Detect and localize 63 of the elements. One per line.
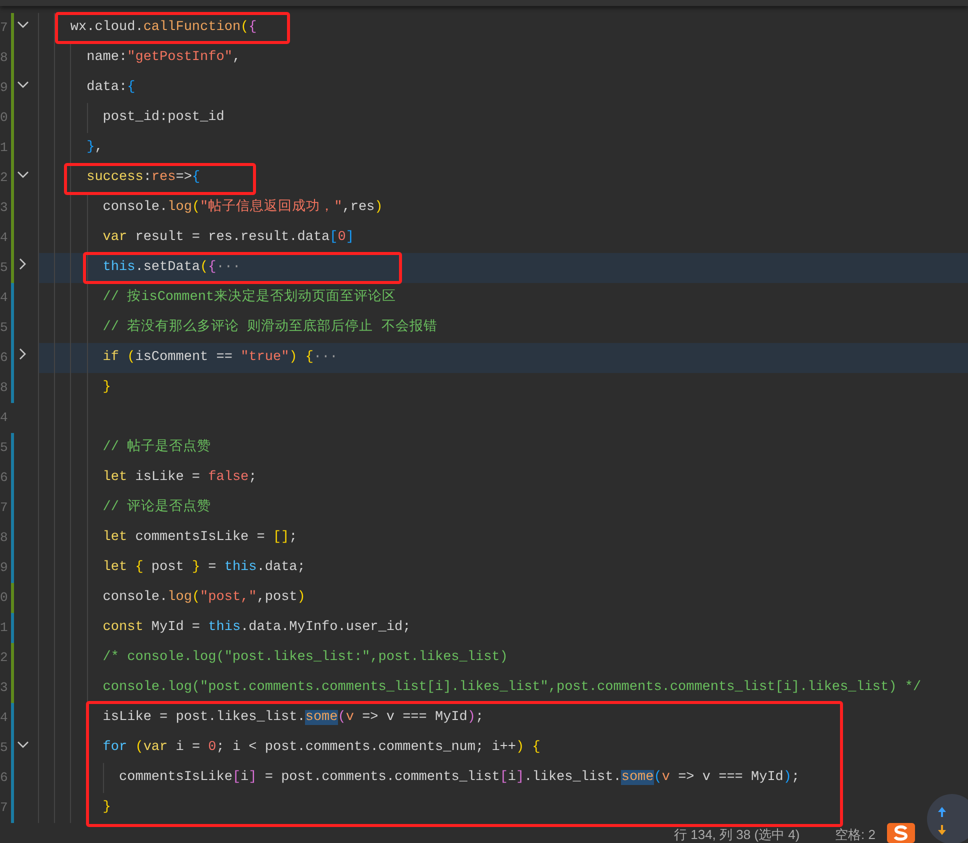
- line-number: 5: [0, 739, 8, 757]
- chevron-down-icon[interactable]: [17, 21, 29, 29]
- code-line: let { post } = this.data;: [102, 559, 306, 577]
- line-number: 3: [0, 199, 8, 217]
- line-number: 4: [0, 289, 8, 307]
- line-number: 7: [0, 499, 8, 517]
- code-line: const MyId = this.data.MyInfo.user_id;: [102, 619, 411, 637]
- indent-setting[interactable]: 空格: 2: [835, 827, 876, 843]
- code-line: console.log("帖子信息返回成功，",res): [102, 199, 383, 217]
- code-line: data:{: [86, 79, 136, 97]
- line-number: 7: [0, 799, 8, 817]
- code-line: },: [86, 139, 103, 157]
- ime-icon[interactable]: [887, 823, 915, 843]
- code-line: // 按isComment来决定是否划动页面至评论区: [102, 289, 396, 307]
- line-number: 4: [0, 229, 8, 247]
- line-number: 6: [0, 469, 8, 487]
- line-number: 9: [0, 79, 8, 97]
- chevron-down-icon[interactable]: [17, 171, 29, 179]
- code-line: // 帖子是否点赞: [102, 439, 212, 457]
- code-line: name:"getPostInfo",: [86, 49, 241, 67]
- line-number: 6: [0, 349, 8, 367]
- line-number: 7: [0, 19, 8, 37]
- line-number: 6: [0, 769, 8, 787]
- code-line: success:res=>{: [86, 169, 200, 187]
- line-number: 2: [0, 649, 8, 667]
- line-number: 5: [0, 319, 8, 337]
- code-line: console.log("post.comments.comments_list[i].likes_list",post.comments.comments_list[i].likes_list) */: [102, 679, 922, 697]
- code-line: console.log("post,",post): [102, 589, 306, 607]
- chevron-right-icon[interactable]: [19, 348, 27, 360]
- line-number: 5: [0, 259, 8, 277]
- code-line: // 若没有那么多评论 则滑动至底部后停止 不会报错: [102, 319, 438, 337]
- chevron-down-icon[interactable]: [17, 81, 29, 89]
- line-number: 8: [0, 379, 8, 397]
- code-line: let commentsIsLike = [];: [102, 529, 298, 547]
- code-line: if (isComment == "true") {···: [102, 349, 338, 367]
- line-number: 8: [0, 49, 8, 67]
- scroll-buttons-icon[interactable]: [926, 793, 968, 843]
- code-line: let isLike = false;: [102, 469, 257, 487]
- line-number: 9: [0, 559, 8, 577]
- code-line: }: [102, 379, 111, 397]
- line-number: 4: [0, 709, 8, 727]
- code-line: commentsIsLike[i] = post.comments.comments_list[i].likes_list.some(v => v === MyId);: [118, 769, 800, 787]
- line-number: 1: [0, 619, 8, 637]
- code-line: }: [102, 799, 111, 817]
- code-line: this.setData({···: [102, 259, 241, 277]
- chevron-down-icon[interactable]: [17, 741, 29, 749]
- code-line: /* console.log("post.likes_list:",post.likes_list): [102, 649, 508, 667]
- chevron-right-icon[interactable]: [19, 258, 27, 270]
- line-number: 8: [0, 529, 8, 547]
- code-line: isLike = post.likes_list.some(v => v === MyId);: [102, 709, 484, 727]
- code-line: post_id:post_id: [102, 109, 224, 127]
- line-number: 0: [0, 589, 8, 607]
- line-number: 2: [0, 169, 8, 187]
- line-number: 4: [0, 409, 8, 427]
- code-line: var result = res.result.data[0]: [102, 229, 354, 247]
- code-line: wx.cloud.callFunction({: [69, 19, 257, 37]
- line-number: 3: [0, 679, 8, 697]
- code-line: for (var i = 0; i < post.comments.comments_num; i++) {: [102, 739, 540, 757]
- line-number: 1: [0, 139, 8, 157]
- cursor-position[interactable]: 行 134, 列 38 (选中 4): [674, 827, 800, 843]
- line-number: 5: [0, 439, 8, 457]
- code-line: // 评论是否点赞: [102, 499, 212, 517]
- line-number: 0: [0, 109, 8, 127]
